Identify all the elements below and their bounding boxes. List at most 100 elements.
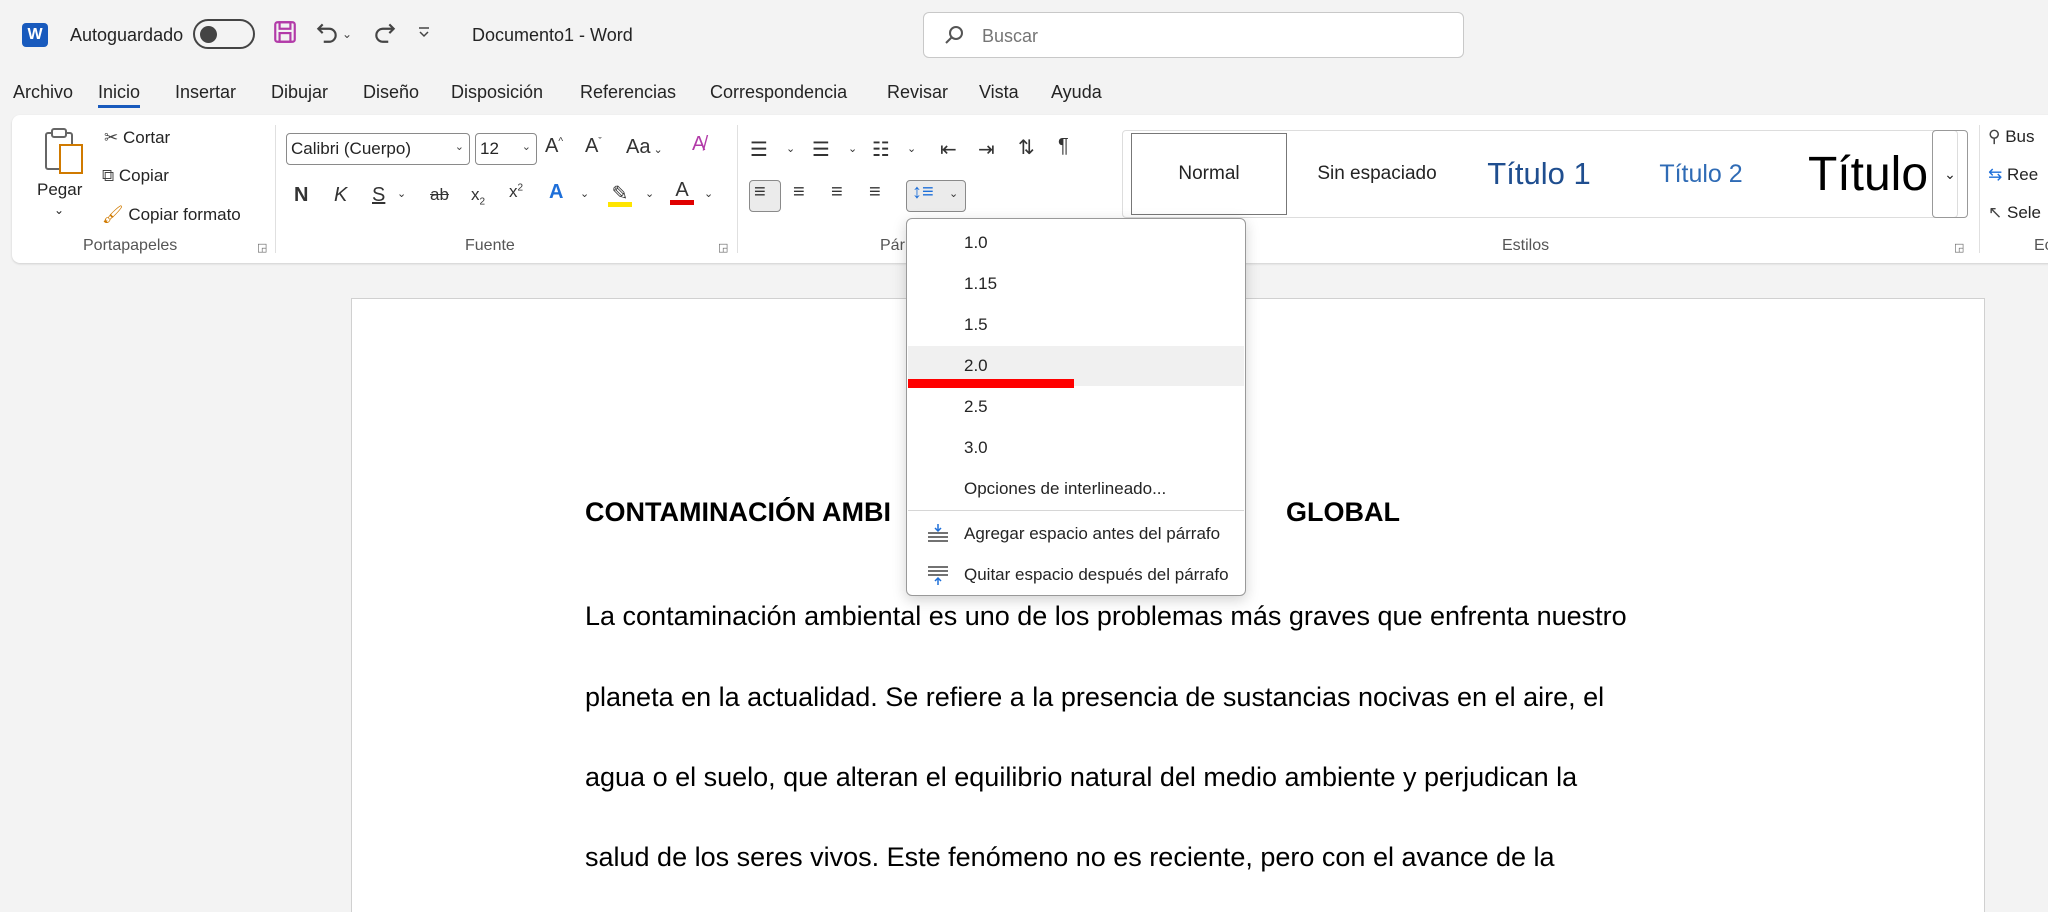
- select-button[interactable]: ↖ Sele: [1988, 203, 2041, 223]
- highlight-dropdown-icon[interactable]: ⌄: [645, 187, 654, 200]
- bullets-dropdown-icon[interactable]: ⌄: [786, 142, 795, 155]
- tab-revisar[interactable]: Revisar: [887, 82, 948, 103]
- search-input[interactable]: [982, 23, 1442, 49]
- save-icon[interactable]: [270, 19, 300, 49]
- autosave-label: Autoguardado: [70, 25, 184, 45]
- menu-separator: [908, 510, 1244, 511]
- tab-archivo[interactable]: Archivo: [13, 82, 73, 103]
- replace-label: Ree: [2006, 165, 2039, 184]
- undo-icon[interactable]: [312, 19, 342, 49]
- tab-vista[interactable]: Vista: [979, 82, 1019, 103]
- highlight-swatch: [608, 202, 632, 207]
- add-space-before-item[interactable]: Agregar espacio antes del párrafo: [908, 514, 1244, 554]
- redo-icon[interactable]: [370, 19, 400, 49]
- tab-correspondencia[interactable]: Correspondencia: [710, 82, 847, 103]
- line-spacing-options[interactable]: Opciones de interlineado...: [908, 469, 1244, 509]
- customize-toolbar-icon[interactable]: [414, 19, 434, 49]
- spacing-option-1-0[interactable]: 1.0: [908, 223, 1244, 263]
- grow-font-icon[interactable]: A^: [545, 135, 563, 158]
- style-normal[interactable]: Normal: [1131, 133, 1287, 215]
- font-name-combo[interactable]: Calibri (Cuerpo) ⌄: [286, 133, 470, 165]
- style-title[interactable]: Título: [1783, 131, 1953, 217]
- sort-icon[interactable]: ⇅: [1018, 135, 1035, 160]
- underline-button[interactable]: S: [372, 184, 385, 207]
- remove-space-after-item[interactable]: Quitar espacio después del párrafo: [908, 555, 1244, 595]
- text-effects-icon[interactable]: A: [549, 181, 563, 204]
- tab-disposicion[interactable]: Disposición: [451, 82, 543, 103]
- decrease-indent-icon[interactable]: ⇤: [940, 137, 957, 162]
- subscript-icon[interactable]: x2: [471, 185, 485, 207]
- paste-label[interactable]: Pegar: [37, 180, 82, 200]
- spacing-option-3-0[interactable]: 3.0: [908, 428, 1244, 468]
- replace-icon: ⇆: [1988, 165, 2003, 184]
- styles-more-button[interactable]: ⌄: [1932, 130, 1968, 218]
- numbering-icon[interactable]: ☰: [812, 137, 830, 162]
- tab-ayuda[interactable]: Ayuda: [1051, 82, 1102, 103]
- cut-button[interactable]: ✂ Cortar: [104, 128, 170, 148]
- multilevel-list-icon[interactable]: ☷: [872, 137, 890, 162]
- numbering-dropdown-icon[interactable]: ⌄: [848, 142, 857, 155]
- heading-text-left: CONTAMINACIÓN AMBI: [585, 497, 891, 527]
- paintbrush-icon: 🖌: [102, 205, 124, 224]
- find-label: Bus: [2005, 127, 2035, 146]
- change-case-button[interactable]: Aa ⌄: [626, 136, 663, 159]
- justify-icon[interactable]: ≡: [869, 181, 881, 204]
- font-size-value: 12: [480, 139, 499, 158]
- chevron-down-icon: ⌄: [521, 141, 531, 153]
- bold-button[interactable]: N: [294, 184, 308, 207]
- group-label-editing: Ec: [2034, 237, 2048, 254]
- undo-dropdown-icon[interactable]: ⌄: [340, 19, 354, 49]
- paste-button[interactable]: [40, 127, 90, 187]
- tab-insertar[interactable]: Insertar: [175, 82, 236, 103]
- style-heading-1[interactable]: Título 1: [1459, 131, 1619, 217]
- align-center-icon[interactable]: ≡: [793, 181, 805, 204]
- word-logo-icon: W: [22, 23, 48, 47]
- autosave-toggle[interactable]: [193, 19, 255, 49]
- spacing-option-2-5[interactable]: 2.5: [908, 387, 1244, 427]
- tab-inicio[interactable]: Inicio: [98, 82, 141, 108]
- body-line[interactable]: La contaminación ambiental es uno de los…: [585, 601, 1627, 632]
- tab-referencias[interactable]: Referencias: [580, 82, 676, 103]
- show-marks-icon[interactable]: ¶: [1058, 135, 1069, 158]
- increase-indent-icon[interactable]: ⇥: [978, 137, 995, 162]
- replace-button[interactable]: ⇆ Ree: [1988, 165, 2038, 185]
- font-color-dropdown-icon[interactable]: ⌄: [704, 187, 713, 200]
- clipboard-launcher-icon[interactable]: ◲: [257, 241, 267, 254]
- chevron-down-icon: ⌄: [1944, 166, 1956, 182]
- italic-button[interactable]: K: [334, 184, 347, 207]
- tab-diseno[interactable]: Diseño: [363, 82, 419, 103]
- styles-gallery: Normal Sin espaciado Título 1 Título 2 T…: [1122, 130, 1958, 218]
- group-label-paragraph: Pár: [880, 237, 905, 254]
- highlight-color-icon[interactable]: ✎: [608, 181, 632, 207]
- format-painter-button[interactable]: 🖌 Copiar formato: [102, 205, 241, 225]
- paste-dropdown-icon[interactable]: ⌄: [54, 203, 64, 217]
- clear-formatting-icon[interactable]: A̸: [692, 133, 705, 156]
- text-effects-dropdown-icon[interactable]: ⌄: [580, 187, 589, 200]
- shrink-font-icon[interactable]: Aˇ: [585, 135, 602, 158]
- multilevel-dropdown-icon[interactable]: ⌄: [907, 142, 916, 155]
- body-line[interactable]: salud de los seres vivos. Este fenómeno …: [585, 842, 1555, 873]
- font-launcher-icon[interactable]: ◲: [718, 241, 728, 254]
- align-right-icon[interactable]: ≡: [831, 181, 843, 204]
- underline-dropdown-icon[interactable]: ⌄: [397, 187, 406, 200]
- styles-launcher-icon[interactable]: ◲: [1954, 241, 1964, 254]
- font-size-combo[interactable]: 12 ⌄: [475, 133, 537, 165]
- style-heading-2[interactable]: Título 2: [1621, 131, 1781, 217]
- superscript-icon[interactable]: x2: [509, 182, 523, 202]
- search-box[interactable]: [923, 12, 1464, 58]
- body-line[interactable]: planeta en la actualidad. Se refiere a l…: [585, 682, 1604, 713]
- group-separator: [275, 125, 276, 253]
- tab-dibujar[interactable]: Dibujar: [271, 82, 328, 103]
- bullets-icon[interactable]: ☰: [750, 137, 768, 162]
- body-line[interactable]: agua o el suelo, que alteran el equilibr…: [585, 762, 1577, 793]
- spacing-option-1-5[interactable]: 1.5: [908, 305, 1244, 345]
- font-color-icon[interactable]: A: [670, 179, 694, 205]
- select-label: Sele: [2006, 203, 2042, 222]
- remove-space-after-icon: [928, 566, 948, 585]
- style-no-spacing[interactable]: Sin espaciado: [1297, 131, 1457, 217]
- spacing-option-1-15[interactable]: 1.15: [908, 264, 1244, 304]
- search-icon: ⚲: [1988, 127, 2001, 146]
- strikethrough-button[interactable]: ab: [430, 185, 449, 205]
- find-button[interactable]: ⚲ Bus: [1988, 127, 2034, 147]
- copy-button[interactable]: ⧉ Copiar: [102, 166, 169, 186]
